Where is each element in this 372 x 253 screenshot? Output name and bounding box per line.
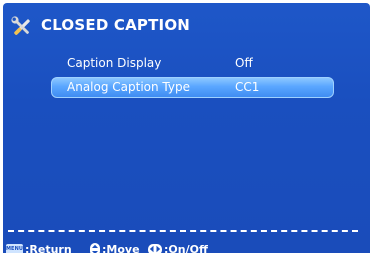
panel-header: CLOSED CAPTION [3, 3, 370, 47]
left-right-key-icon [148, 243, 162, 253]
menu-item-value: CC1 [235, 80, 260, 94]
move-hint: :Move [90, 242, 140, 253]
menu-item-value: Off [235, 56, 253, 70]
footer-divider [8, 230, 358, 232]
menu-item-analog-caption-type[interactable]: Analog Caption Type CC1 [51, 77, 334, 98]
page-title: CLOSED CAPTION [41, 16, 191, 34]
menu-item-label: Caption Display [67, 56, 162, 70]
menu-key-icon: MENU [6, 243, 23, 253]
return-hint: MENU :Return [6, 242, 72, 253]
return-label: :Return [25, 242, 72, 253]
key-hint-bar: MENU :Return :Move :On/Off [6, 242, 366, 253]
closed-caption-panel: CLOSED CAPTION Caption Display Off Analo… [3, 3, 370, 253]
menu-item-label: Analog Caption Type [67, 80, 190, 94]
onoff-label: :On/Off [164, 242, 208, 253]
onoff-hint: :On/Off [148, 242, 208, 253]
menu-item-caption-display[interactable]: Caption Display Off [51, 53, 334, 74]
up-down-key-icon [90, 242, 100, 253]
move-label: :Move [102, 242, 140, 253]
tools-icon [11, 16, 33, 38]
